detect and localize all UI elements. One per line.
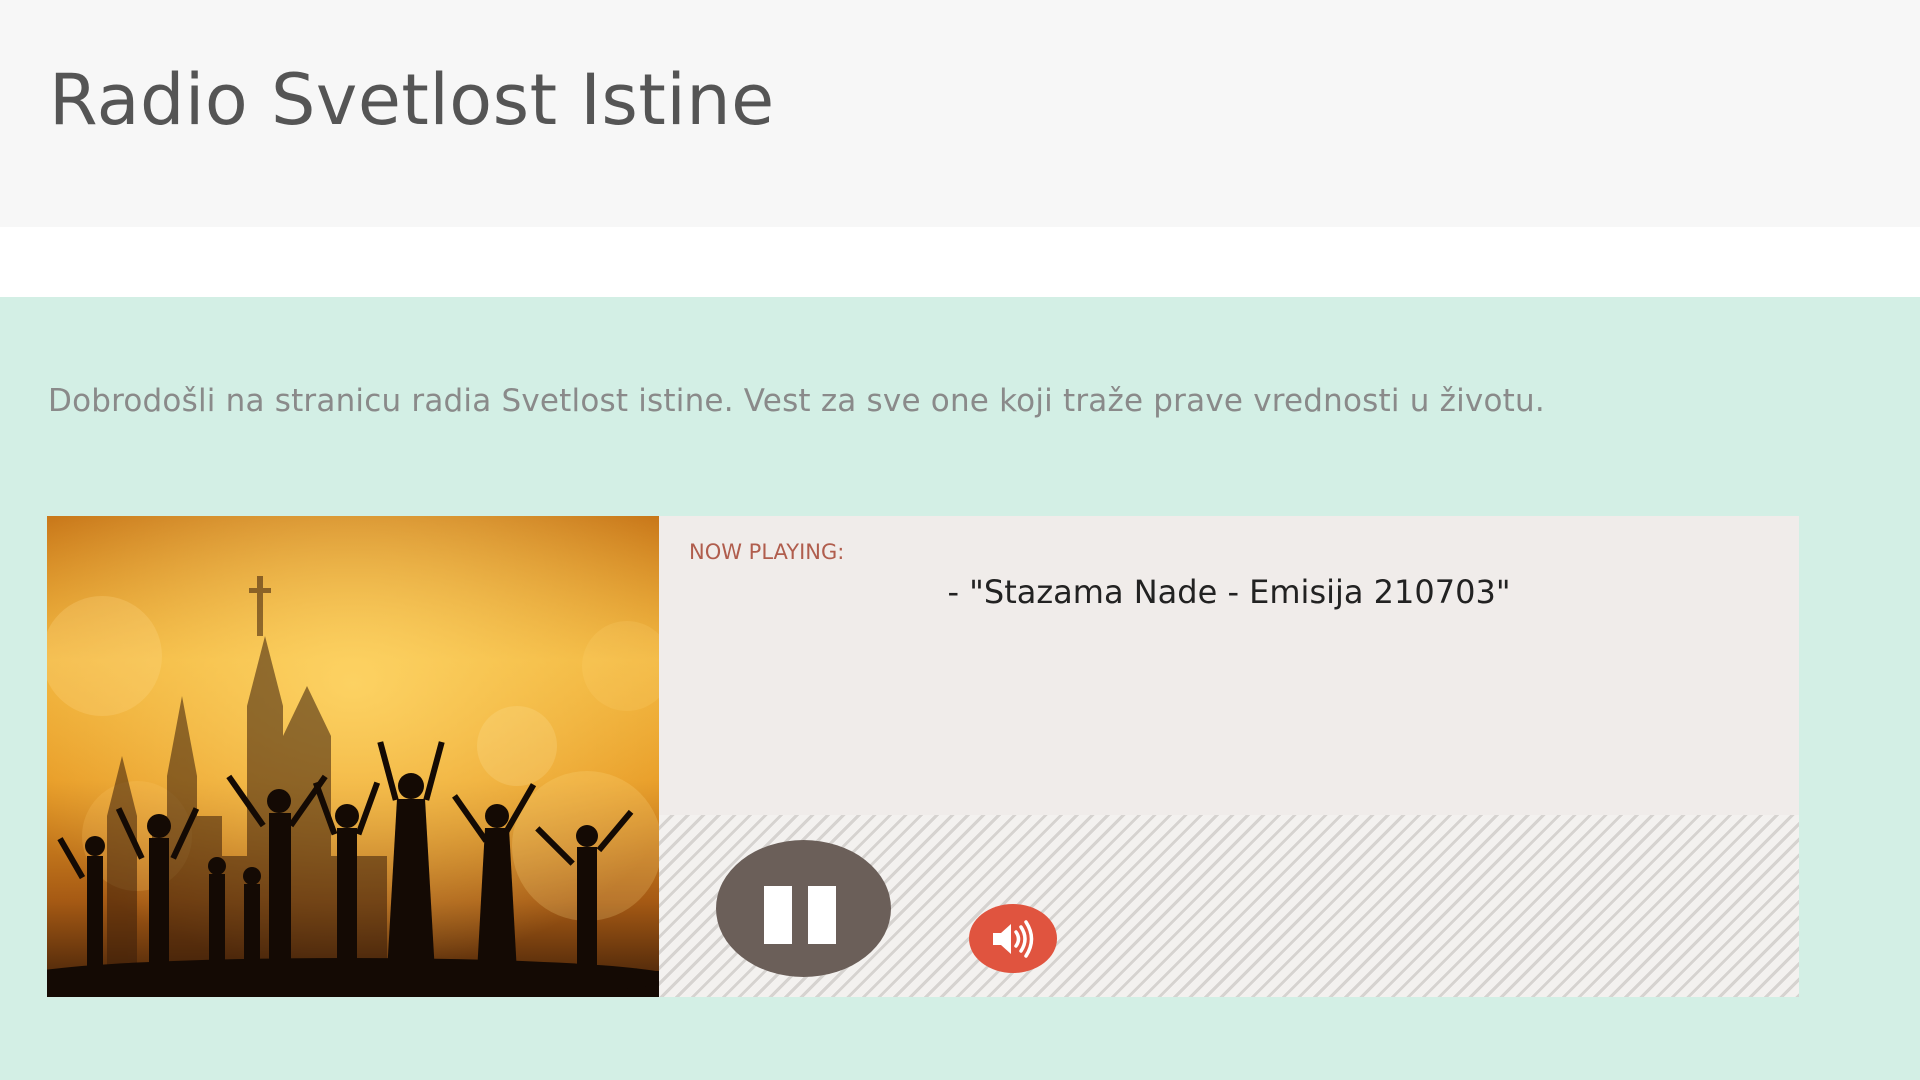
volume-button[interactable] [969, 904, 1057, 973]
track-title: - "Stazama Nade - Emisija 210703" [947, 573, 1511, 611]
welcome-text: Dobrodošli na stranicu radia Svetlost is… [48, 383, 1545, 419]
radio-player: NOW PLAYING: - "Stazama Nade - Emisija 2… [47, 516, 1799, 997]
pause-icon [764, 886, 792, 944]
main-content: Dobrodošli na stranicu radia Svetlost is… [0, 297, 1920, 1080]
site-title[interactable]: Radio Svetlost Istine [49, 52, 775, 148]
now-playing-label: NOW PLAYING: [689, 540, 845, 564]
pause-icon [808, 886, 836, 944]
player-controls [659, 815, 1799, 997]
track-info-panel: NOW PLAYING: - "Stazama Nade - Emisija 2… [659, 516, 1799, 997]
pause-button[interactable] [716, 840, 891, 977]
site-header: Radio Svetlost Istine [0, 0, 1920, 227]
album-cover-image [47, 516, 659, 997]
speaker-volume-icon [993, 920, 1034, 958]
